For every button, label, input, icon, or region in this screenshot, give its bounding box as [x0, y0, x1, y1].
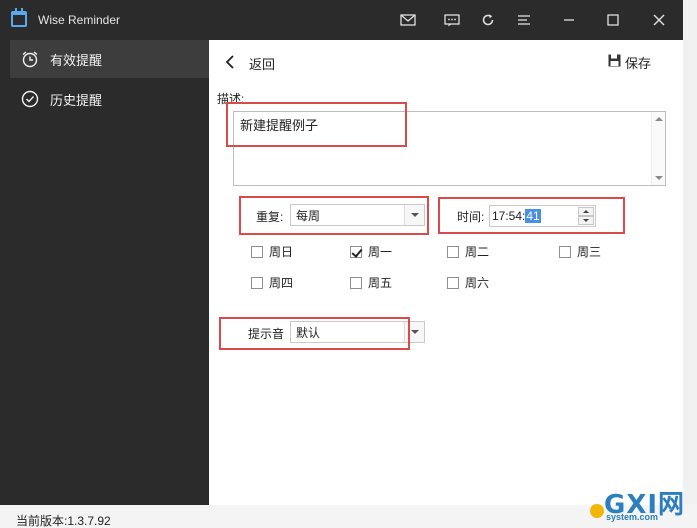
maximize-icon[interactable]	[603, 10, 623, 30]
save-label: 保存	[625, 55, 652, 71]
feedback-icon[interactable]	[442, 10, 462, 30]
repeat-select[interactable]: 每周	[290, 204, 425, 226]
day-label: 周一	[368, 245, 393, 259]
sound-select[interactable]: 默认	[290, 321, 425, 343]
day-label: 周三	[577, 245, 602, 259]
textarea-scrollbar[interactable]	[651, 112, 665, 185]
day-label: 周五	[368, 276, 393, 290]
spin-down-icon[interactable]	[578, 216, 594, 225]
watermark-badge-icon	[590, 504, 604, 518]
sound-label: 提示音	[248, 327, 285, 341]
floppy-disk-icon	[608, 54, 621, 70]
time-value: 17:54:	[492, 209, 526, 223]
checkbox[interactable]	[350, 276, 362, 289]
chevron-down-icon[interactable]	[404, 205, 424, 225]
app-window: Wise Reminder 有效提醒 历史提醒 返回 保存 描述: 新建提醒例子…	[0, 0, 683, 505]
checkbox[interactable]	[447, 276, 459, 289]
title-bar[interactable]: Wise Reminder	[0, 0, 683, 40]
day-checkbox-saturday[interactable]: 周六	[447, 274, 489, 291]
repeat-label: 重复:	[256, 210, 284, 224]
alarm-clock-icon	[20, 49, 40, 69]
description-label: 描述:	[217, 92, 245, 106]
repeat-value: 每周	[296, 208, 321, 223]
sound-value: 默认	[296, 325, 321, 340]
watermark: GXI网 system.com	[590, 486, 690, 526]
day-label: 周二	[465, 245, 490, 259]
back-button[interactable]: 返回	[225, 52, 285, 74]
watermark-site: system.com	[606, 512, 659, 522]
sidebar-item-label: 历史提醒	[50, 92, 103, 108]
spin-up-icon[interactable]	[578, 207, 594, 216]
scroll-up-icon[interactable]	[655, 117, 663, 121]
sidebar: 有效提醒 历史提醒	[10, 40, 209, 505]
time-seconds-selected: 41	[525, 209, 541, 223]
day-checkbox-wednesday[interactable]: 周三	[559, 243, 601, 260]
day-label: 周日	[269, 245, 294, 259]
chevron-down-icon[interactable]	[404, 322, 424, 342]
day-label: 周六	[465, 276, 490, 290]
reminder-editor: 返回 保存 描述: 新建提醒例子 重复: 每周 时间: 17:54: 41 周日…	[209, 40, 683, 505]
day-label: 周四	[269, 276, 294, 290]
background-app-edge-right	[683, 0, 697, 528]
day-checkbox-thursday[interactable]: 周四	[251, 274, 293, 291]
window-title: Wise Reminder	[38, 13, 121, 27]
sidebar-item-active-reminders[interactable]: 有效提醒	[10, 40, 209, 78]
description-textarea[interactable]: 新建提醒例子	[233, 111, 666, 186]
close-icon[interactable]	[649, 10, 669, 30]
day-checkbox-tuesday[interactable]: 周二	[447, 243, 489, 260]
minimize-icon[interactable]	[559, 10, 579, 30]
refresh-icon[interactable]	[478, 10, 498, 30]
back-label: 返回	[249, 56, 276, 72]
chevron-left-icon	[225, 54, 235, 72]
sidebar-item-label: 有效提醒	[50, 52, 103, 68]
day-checkbox-monday[interactable]: 周一	[350, 243, 392, 260]
check-circle-icon	[20, 89, 40, 109]
checkbox[interactable]	[251, 276, 263, 289]
checkbox[interactable]	[251, 245, 263, 258]
day-checkbox-friday[interactable]: 周五	[350, 274, 392, 291]
version-text: 当前版本:1.3.7.92	[16, 514, 111, 528]
checkbox[interactable]	[447, 245, 459, 258]
save-button[interactable]: 保存	[608, 52, 651, 72]
checkbox[interactable]	[559, 245, 571, 258]
day-checkbox-sunday[interactable]: 周日	[251, 243, 293, 260]
scroll-down-icon[interactable]	[655, 176, 663, 180]
sidebar-item-history-reminders[interactable]: 历史提醒	[10, 80, 209, 118]
checkbox-checked[interactable]	[350, 245, 362, 258]
time-spinner[interactable]	[578, 207, 594, 225]
description-text: 新建提醒例子	[240, 118, 319, 133]
time-label: 时间:	[457, 210, 485, 224]
menu-icon[interactable]	[514, 10, 534, 30]
calendar-icon	[11, 8, 27, 27]
time-input[interactable]: 17:54: 41	[489, 205, 596, 227]
mail-icon[interactable]	[398, 10, 418, 30]
